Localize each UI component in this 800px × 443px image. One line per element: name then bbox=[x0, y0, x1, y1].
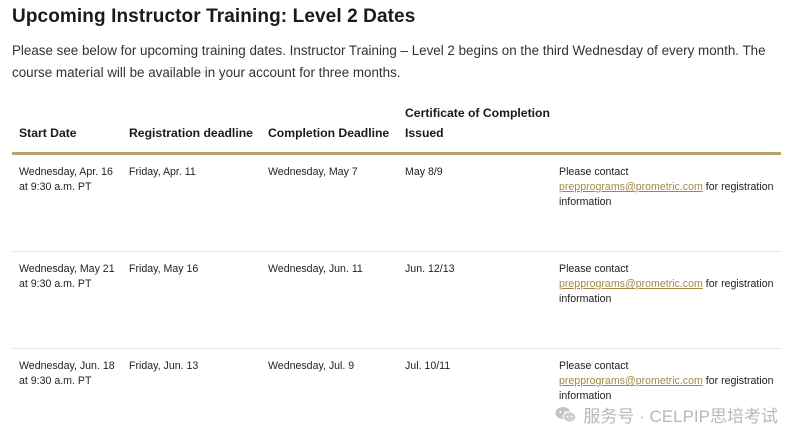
header-certificate-issued: Certificate of Completion Issued bbox=[405, 106, 550, 140]
training-dates-table: Start Date Registration deadline Complet… bbox=[12, 100, 781, 439]
table-row: Wednesday, May 21 at 9:30 a.m. PT Friday… bbox=[12, 252, 781, 349]
watermark: 服务号 · CELPIP思培考试 bbox=[555, 402, 778, 427]
table-header: Start Date Registration deadline Complet… bbox=[12, 100, 781, 155]
contact-cell: Please contact prepprograms@prometric.co… bbox=[559, 262, 774, 307]
certificate-cell: Jun. 12/13 bbox=[405, 263, 455, 275]
header-registration-deadline: Registration deadline bbox=[129, 126, 253, 140]
contact-email-link[interactable]: prepprograms@prometric.com bbox=[559, 181, 703, 193]
contact-email-link[interactable]: prepprograms@prometric.com bbox=[559, 375, 703, 387]
certificate-cell: Jul. 10/11 bbox=[405, 360, 451, 372]
start-date-cell: Wednesday, Jun. 18 at 9:30 a.m. PT bbox=[19, 360, 115, 387]
completion-deadline-cell: Wednesday, Jul. 9 bbox=[268, 360, 355, 372]
certificate-cell: May 8/9 bbox=[405, 166, 443, 178]
completion-deadline-cell: Wednesday, Jun. 11 bbox=[268, 263, 363, 275]
table-row: Wednesday, Apr. 16 at 9:30 a.m. PT Frida… bbox=[12, 155, 781, 252]
registration-deadline-cell: Friday, Jun. 13 bbox=[129, 360, 199, 372]
page-title: Upcoming Instructor Training: Level 2 Da… bbox=[12, 6, 416, 27]
intro-paragraph: Please see below for upcoming training d… bbox=[12, 43, 766, 80]
contact-email-link[interactable]: prepprograms@prometric.com bbox=[559, 278, 703, 290]
completion-deadline-cell: Wednesday, May 7 bbox=[268, 166, 358, 178]
registration-deadline-cell: Friday, Apr. 11 bbox=[129, 166, 196, 178]
header-completion-deadline: Completion Deadline bbox=[268, 126, 390, 140]
contact-cell: Please contact prepprograms@prometric.co… bbox=[559, 359, 774, 404]
watermark-text: 服务号 · CELPIP思培考试 bbox=[583, 407, 778, 426]
header-start-date: Start Date bbox=[19, 126, 77, 140]
start-date-cell: Wednesday, May 21 at 9:30 a.m. PT bbox=[19, 263, 115, 290]
registration-deadline-cell: Friday, May 16 bbox=[129, 263, 199, 275]
contact-cell: Please contact prepprograms@prometric.co… bbox=[559, 165, 774, 210]
contact-prefix: Please contact bbox=[559, 360, 629, 372]
start-date-cell: Wednesday, Apr. 16 at 9:30 a.m. PT bbox=[19, 166, 113, 193]
wechat-icon bbox=[555, 406, 577, 423]
contact-prefix: Please contact bbox=[559, 263, 629, 275]
contact-prefix: Please contact bbox=[559, 166, 629, 178]
